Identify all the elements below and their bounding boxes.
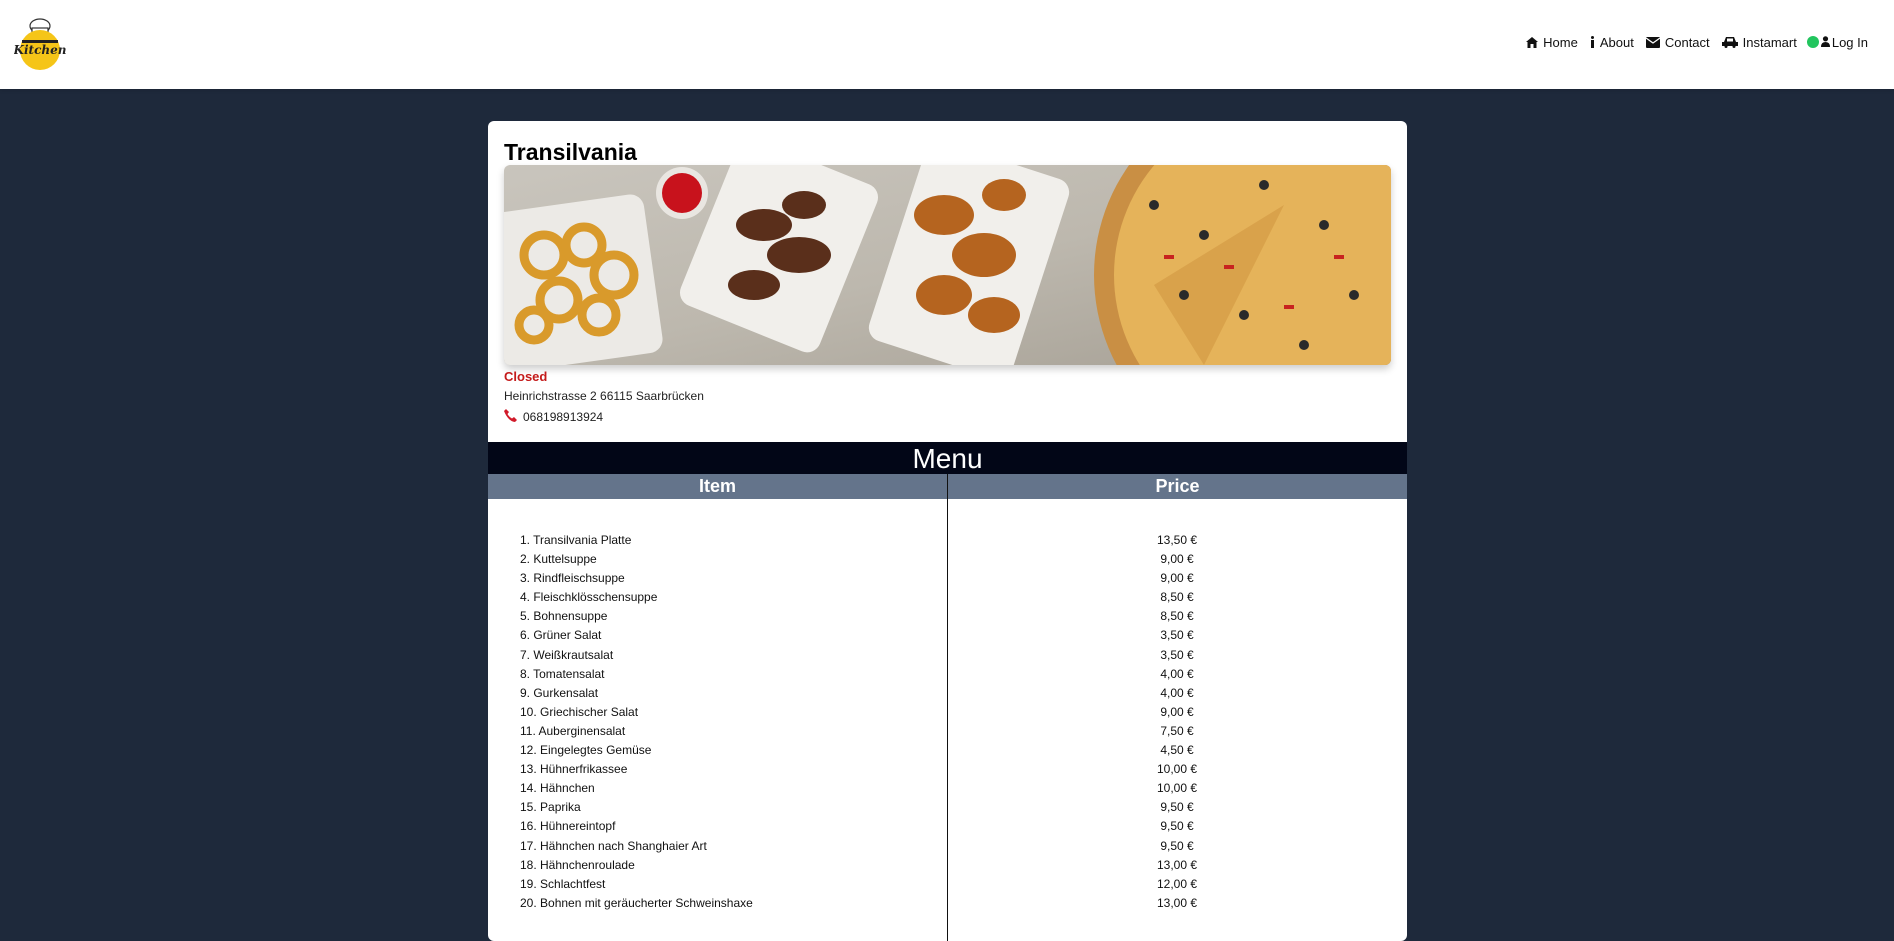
menu-item-name: 14. Hähnchen [520,781,595,796]
menu-item-price: 10,00 € [1156,781,1198,796]
menu-item-price: 7,50 € [1160,723,1194,738]
menu-row: 13. Hühnerfrikassee 10,00 € [488,760,1407,779]
nav-links: Home About Contact Instamart Log In [1514,0,1868,84]
car-icon [1721,36,1738,48]
restaurant-card: Transilvania Closed Heinrichstrasse 2 66… [488,121,1407,941]
menu-item-price: 9,50 € [1160,838,1194,853]
menu-item-name: 17. Hähnchen nach Shanghaier Art [520,838,707,853]
menu-item-name: 19. Schlachtfest [520,876,606,891]
menu-item-name: 4. Fleischklösschensuppe [520,590,658,605]
menu-item-price: 10,00 € [1156,762,1198,777]
menu-row: 6. Grüner Salat 3,50 € [488,626,1407,645]
item-column-header: Item [488,474,947,499]
menu-row: 14. Hähnchen 10,00 € [488,779,1407,798]
menu-item-name: 15. Paprika [520,800,581,815]
menu-row: 2. Kuttelsuppe 9,00 € [488,550,1407,569]
menu-item-name: 8. Tomatensalat [520,666,605,681]
menu-row: 20. Bohnen mit geräucherter Schweinshaxe… [488,894,1407,913]
envelope-icon [1645,36,1660,48]
menu-row: 1. Transilvania Platte 13,50 € [488,531,1407,550]
menu-item-price: 9,00 € [1160,704,1194,719]
menu-item-name: 2. Kuttelsuppe [520,552,597,567]
svg-text:Kitchen: Kitchen [14,43,66,57]
nav-about-label: About [1599,34,1634,50]
login-label: Log In [1831,34,1868,50]
menu-item-price: 9,00 € [1160,571,1194,586]
menu-item-price: 13,00 € [1156,895,1198,910]
nav-contact-label: Contact [1664,34,1710,50]
menu-row: 16. Hühnereintopf 9,50 € [488,817,1407,836]
restaurant-phone[interactable]: 068198913924 [504,409,603,425]
menu-row: 19. Schlachtfest 12,00 € [488,875,1407,894]
restaurant-name: Transilvania [504,139,637,165]
phone-icon [504,409,517,425]
nav-home[interactable]: Home [1526,35,1578,50]
nav-instamart[interactable]: Instamart [1721,34,1797,50]
menu-item-price: 13,50 € [1156,533,1198,547]
menu-item-name: 16. Hühnereintopf [520,819,616,834]
restaurant-address: Heinrichstrasse 2 66115 Saarbrücken [504,389,704,403]
info-icon [1590,36,1595,48]
menu-item-price: 13,00 € [1156,857,1198,872]
menu-row: 15. Paprika 9,50 € [488,798,1407,817]
menu-list: 1. Transilvania Platte 13,50 € 2. Kuttels… [488,531,1407,913]
menu-item-price: 8,50 € [1160,590,1194,605]
nav-home-label: Home [1543,34,1578,50]
nav-instamart-label: Instamart [1742,34,1797,50]
menu-row: 8. Tomatensalat 4,00 € [488,665,1407,684]
menu-row: 11. Auberginensalat 7,50 € [488,722,1407,741]
user-icon [1820,35,1830,50]
menu-item-name: 10. Griechischer Salat [520,704,639,719]
menu-item-name: 1. Transilvania Platte [520,533,632,547]
open-status: Closed [504,369,548,384]
menu-row: 10. Griechischer Salat 9,00 € [488,703,1407,722]
menu-item-price: 9,50 € [1160,800,1194,815]
menu-item-name: 7. Weißkrautsalat [520,647,614,662]
menu-item-name: 5. Bohnensuppe [520,609,608,624]
menu-item-name: 6. Grüner Salat [520,628,602,643]
menu-item-price: 3,50 € [1160,647,1194,662]
navbar: Kitchen Home About Contact Instamart Log… [0,0,1894,89]
nav-about[interactable]: About [1590,35,1634,50]
menu-row: 7. Weißkrautsalat 3,50 € [488,646,1407,665]
kitchen-logo[interactable]: Kitchen [13,14,66,70]
menu-title: Menu [488,442,1407,474]
menu-item-price: 4,00 € [1160,666,1194,681]
menu-row: 3. Rindfleischsuppe 9,00 € [488,569,1407,588]
menu-item-price: 4,00 € [1160,685,1194,700]
online-status-dot [1806,36,1819,48]
menu-item-price: 9,50 € [1160,819,1194,834]
menu-item-name: 18. Hähnchenroulade [520,857,635,872]
home-icon [1526,36,1539,48]
menu-item-price: 3,50 € [1160,628,1194,643]
menu-row: 18. Hähnchenroulade 13,00 € [488,856,1407,875]
nav-contact[interactable]: Contact [1645,34,1710,50]
menu-row: 5. Bohnensuppe 8,50 € [488,607,1407,626]
menu-item-name: 11. Auberginensalat [520,723,626,738]
phone-number: 068198913924 [523,410,604,424]
restaurant-banner-image [504,165,1391,365]
menu-row: 17. Hähnchen nach Shanghaier Art 9,50 € [488,837,1407,856]
menu-item-name: 20. Bohnen mit geräucherter Schweinshaxe [520,895,753,910]
menu-item-price: 4,50 € [1160,743,1194,758]
menu-item-price: 9,00 € [1160,552,1194,567]
menu-item-price: 12,00 € [1156,876,1198,891]
menu-row: 12. Eingelegtes Gemüse 4,50 € [488,741,1407,760]
menu-item-name: 3. Rindfleischsuppe [520,571,625,586]
menu-item-name: 13. Hühnerfrikassee [520,762,628,777]
menu-row: 9. Gurkensalat 4,00 € [488,684,1407,703]
menu-item-name: 9. Gurkensalat [520,685,599,700]
menu-row: 4. Fleischklösschensuppe 8,50 € [488,588,1407,607]
menu-item-name: 12. Eingelegtes Gemüse [520,743,652,758]
menu-item-price: 8,50 € [1160,609,1194,624]
price-column-header: Price [948,474,1407,499]
login-button[interactable]: Log In [1820,34,1868,50]
